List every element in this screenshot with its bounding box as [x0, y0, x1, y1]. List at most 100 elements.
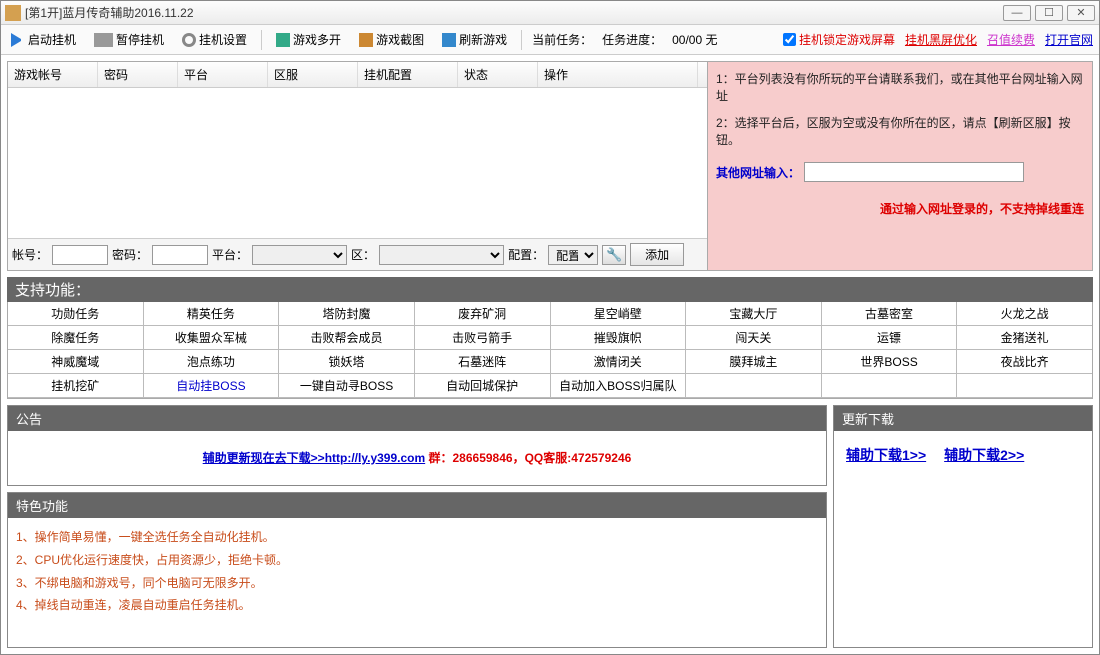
tip-2: 2：选择平台后，区服为空或没有你所在的区，请点【刷新区服】按钮。 — [716, 114, 1084, 148]
maximize-button[interactable]: ☐ — [1035, 5, 1063, 21]
config-select[interactable]: 配置1 — [548, 245, 598, 265]
downloads-panel: 更新下载 辅助下载1>> 辅助下载2>> — [833, 405, 1093, 648]
refresh-icon — [442, 33, 456, 47]
lock-screen-checkbox[interactable]: 挂机锁定游戏屏幕 — [783, 31, 895, 48]
add-button[interactable]: 添加 — [630, 243, 684, 266]
feature-cell: 古墓密室 — [822, 302, 958, 326]
tip-1: 1：平台列表没有你所玩的平台请联系我们，或在其他平台网址输入网址 — [716, 70, 1084, 104]
feature-cell: 击败帮会成员 — [279, 326, 415, 350]
titlebar: [第1开]蓝月传奇辅助2016.11.22 — ☐ ✕ — [1, 1, 1099, 25]
recharge-link[interactable]: 召值续费 — [987, 31, 1035, 48]
feature-item: 2、CPU优化运行速度快，占用资源少，拒绝卡顿。 — [16, 549, 818, 572]
config-wrench-button[interactable]: 🔧 — [602, 245, 626, 265]
announce-info: 群：286659846，QQ客服:472579246 — [425, 451, 631, 465]
feature-cell: 自动加入BOSS归属队 — [551, 374, 687, 398]
config-label: 配置： — [508, 246, 544, 263]
app-icon — [5, 5, 21, 21]
account-label: 帐号： — [12, 246, 48, 263]
feature-cell: 宝藏大厅 — [686, 302, 822, 326]
download-link-1[interactable]: 辅助下载1>> — [846, 445, 926, 465]
feature-cell: 神威魔域 — [8, 350, 144, 374]
feature-cell: 摧毁旗帜 — [551, 326, 687, 350]
feature-cell: 自动挂BOSS — [144, 374, 280, 398]
download-link[interactable]: 辅助更新现在去下载>>http://ly.y399.com — [203, 451, 426, 465]
minimize-button[interactable]: — — [1003, 5, 1031, 21]
start-button[interactable]: 启动挂机 — [7, 29, 80, 50]
col-header: 区服 — [268, 62, 358, 87]
feature-cell — [822, 374, 958, 398]
announce-panel: 公告 辅助更新现在去下载>>http://ly.y399.com 群：28665… — [7, 405, 827, 486]
url-note: 通过输入网址登录的，不支持掉线重连 — [716, 200, 1084, 217]
pause-icon — [94, 33, 108, 47]
feature-cell: 闯天关 — [686, 326, 822, 350]
settings-button[interactable]: 挂机设置 — [178, 29, 251, 50]
url-label: 其他网址输入： — [716, 164, 800, 181]
feature-cell: 金猪送礼 — [957, 326, 1092, 350]
play-icon — [11, 33, 25, 47]
feature-cell: 泡点练功 — [144, 350, 280, 374]
announce-header: 公告 — [8, 406, 826, 431]
feature-cell: 废弃矿洞 — [415, 302, 551, 326]
feature-cell: 膜拜城主 — [686, 350, 822, 374]
table-body-empty — [8, 88, 707, 238]
refresh-game-button[interactable]: 刷新游戏 — [438, 29, 511, 50]
url-input[interactable] — [804, 162, 1024, 182]
downloads-header: 更新下载 — [834, 406, 1092, 431]
feature-cell: 石墓迷阵 — [415, 350, 551, 374]
black-opt-link[interactable]: 挂机黑屏优化 — [905, 31, 977, 48]
feature-cell: 击败弓箭手 — [415, 326, 551, 350]
add-account-row: 帐号： 密码： 平台： 区： 配置： 配置1 🔧 添加 — [8, 238, 707, 270]
feature-item: 4、掉线自动重连，凌晨自动重启任务挂机。 — [16, 594, 818, 617]
open-web-link[interactable]: 打开官网 — [1045, 31, 1093, 48]
separator — [521, 30, 522, 50]
download-link-2[interactable]: 辅助下载2>> — [944, 445, 1024, 465]
feature-cell: 夜战比齐 — [957, 350, 1092, 374]
feature-cell: 收集盟众军械 — [144, 326, 280, 350]
toolbar: 启动挂机 暂停挂机 挂机设置 游戏多开 游戏截图 刷新游戏 当前任务： 任务进度… — [1, 25, 1099, 55]
col-header: 密码 — [98, 62, 178, 87]
account-input[interactable] — [52, 245, 108, 265]
screenshot-button[interactable]: 游戏截图 — [355, 29, 428, 50]
feature-cell: 一键自动寻BOSS — [279, 374, 415, 398]
zone-label: 区： — [351, 246, 375, 263]
col-header: 操作 — [538, 62, 698, 87]
zone-select[interactable] — [379, 245, 504, 265]
feature-cell: 星空峭壁 — [551, 302, 687, 326]
account-panel: 游戏帐号密码平台区服挂机配置状态操作 帐号： 密码： 平台： 区： 配置： 配置… — [8, 62, 708, 270]
feature-cell — [686, 374, 822, 398]
col-header: 平台 — [178, 62, 268, 87]
current-task-label: 当前任务： — [532, 31, 592, 48]
features-panel: 特色功能 1、操作简单易懂，一键全选任务全自动化挂机。2、CPU优化运行速度快，… — [7, 492, 827, 648]
col-header: 游戏帐号 — [8, 62, 98, 87]
password-label: 密码： — [112, 246, 148, 263]
camera-icon — [359, 33, 373, 47]
feature-cell: 挂机挖矿 — [8, 374, 144, 398]
multi-icon — [276, 33, 290, 47]
feature-item: 1、操作简单易懂，一键全选任务全自动化挂机。 — [16, 526, 818, 549]
progress-label: 任务进度： — [602, 31, 662, 48]
platform-label: 平台： — [212, 246, 248, 263]
password-input[interactable] — [152, 245, 208, 265]
app-window: [第1开]蓝月传奇辅助2016.11.22 — ☐ ✕ 启动挂机 暂停挂机 挂机… — [0, 0, 1100, 655]
support-section: 支持功能： 功勋任务精英任务塔防封魔废弃矿洞星空峭壁宝藏大厅古墓密室火龙之战除魔… — [7, 277, 1093, 399]
feature-cell: 精英任务 — [144, 302, 280, 326]
feature-cell: 锁妖塔 — [279, 350, 415, 374]
window-title: [第1开]蓝月传奇辅助2016.11.22 — [25, 4, 1003, 21]
feature-cell — [957, 374, 1092, 398]
feature-item: 3、不绑电脑和游戏号，同个电脑可无限多开。 — [16, 572, 818, 595]
feature-cell: 世界BOSS — [822, 350, 958, 374]
feature-cell: 火龙之战 — [957, 302, 1092, 326]
close-button[interactable]: ✕ — [1067, 5, 1095, 21]
account-table: 游戏帐号密码平台区服挂机配置状态操作 — [8, 62, 707, 238]
support-header: 支持功能： — [7, 277, 1093, 302]
platform-select[interactable] — [252, 245, 347, 265]
feature-cell: 激情闭关 — [551, 350, 687, 374]
wrench-icon: 🔧 — [606, 247, 622, 263]
features-header: 特色功能 — [8, 493, 826, 518]
pause-button[interactable]: 暂停挂机 — [90, 29, 168, 50]
multi-open-button[interactable]: 游戏多开 — [272, 29, 345, 50]
progress-value: 00/00 无 — [672, 31, 717, 48]
feature-cell: 塔防封魔 — [279, 302, 415, 326]
gear-icon — [182, 33, 196, 47]
feature-cell: 自动回城保护 — [415, 374, 551, 398]
